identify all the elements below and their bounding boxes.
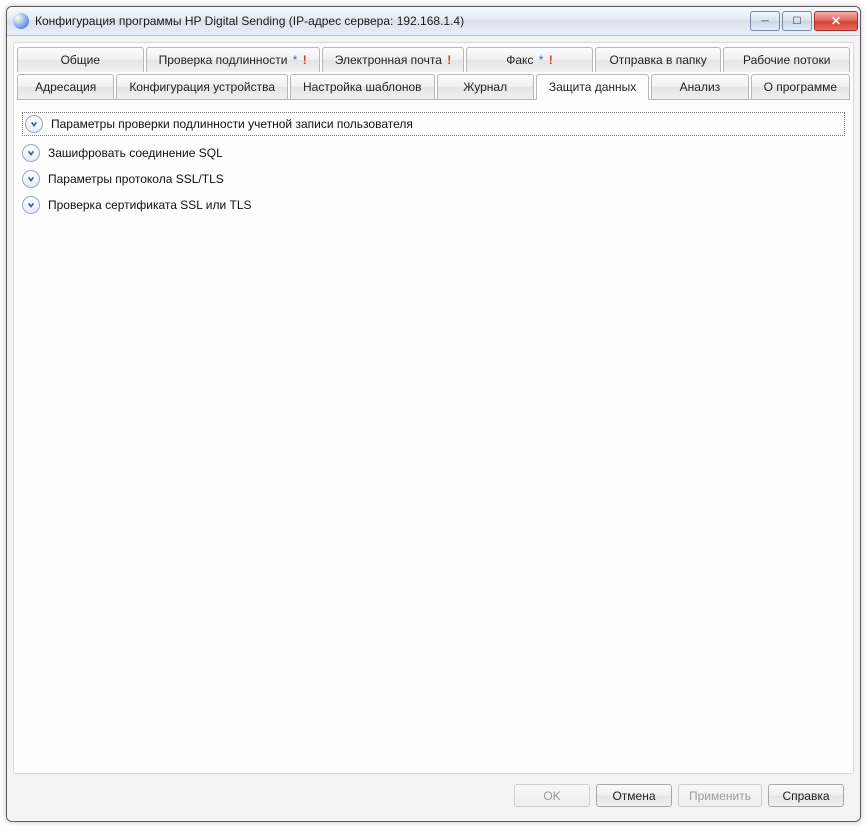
expander-label: Параметры проверки подлинности учетной з… (51, 117, 413, 131)
chevron-down-icon (25, 115, 43, 133)
tab-настройка-шаблонов[interactable]: Настройка шаблонов (290, 74, 435, 99)
chevron-down-icon (22, 144, 40, 162)
expander-label: Зашифровать соединение SQL (48, 146, 223, 160)
expander-2[interactable]: Параметры протокола SSL/TLS (22, 168, 845, 190)
tab-защита-данных[interactable]: Защита данных (536, 74, 649, 100)
apply-button[interactable]: Применить (678, 784, 762, 807)
tab-конфигурация-устройства[interactable]: Конфигурация устройства (116, 74, 288, 99)
tab-content: Параметры проверки подлинности учетной з… (14, 100, 853, 773)
tab-проверка-подлинности[interactable]: Проверка подлинности * ! (146, 47, 320, 72)
cancel-button[interactable]: Отмена (596, 784, 672, 807)
expander-3[interactable]: Проверка сертификата SSL или TLS (22, 194, 845, 216)
close-button[interactable]: ✕ (814, 11, 858, 31)
expander-1[interactable]: Зашифровать соединение SQL (22, 142, 845, 164)
tab-отправка-в-папку[interactable]: Отправка в папку (595, 47, 722, 72)
tab-адресация[interactable]: Адресация (17, 74, 114, 99)
expander-0[interactable]: Параметры проверки подлинности учетной з… (22, 112, 845, 136)
expander-label: Проверка сертификата SSL или TLS (48, 198, 252, 212)
chevron-down-icon (22, 196, 40, 214)
tab-анализ[interactable]: Анализ (651, 74, 748, 99)
tabstrip: ОбщиеПроверка подлинности * !Электронная… (14, 43, 853, 100)
window-title: Конфигурация программы HP Digital Sendin… (35, 14, 750, 28)
window: Конфигурация программы HP Digital Sendin… (6, 6, 861, 822)
tab-журнал[interactable]: Журнал (437, 74, 534, 99)
dialog-footer: OK Отмена Применить Справка (13, 774, 854, 815)
titlebar: Конфигурация программы HP Digital Sendin… (7, 7, 860, 36)
tab-факс[interactable]: Факс * ! (466, 47, 593, 72)
expander-label: Параметры протокола SSL/TLS (48, 172, 224, 186)
tab-общие[interactable]: Общие (17, 47, 144, 72)
tab-электронная-почта[interactable]: Электронная почта ! (322, 47, 464, 72)
chevron-down-icon (22, 170, 40, 188)
minimize-button[interactable]: ─ (750, 11, 780, 31)
tab-рабочие-потоки[interactable]: Рабочие потоки (723, 47, 850, 72)
help-button[interactable]: Справка (768, 784, 844, 807)
tab-о-программе[interactable]: О программе (751, 74, 850, 99)
app-icon (13, 13, 29, 29)
ok-button[interactable]: OK (514, 784, 590, 807)
maximize-button[interactable]: ☐ (782, 11, 812, 31)
